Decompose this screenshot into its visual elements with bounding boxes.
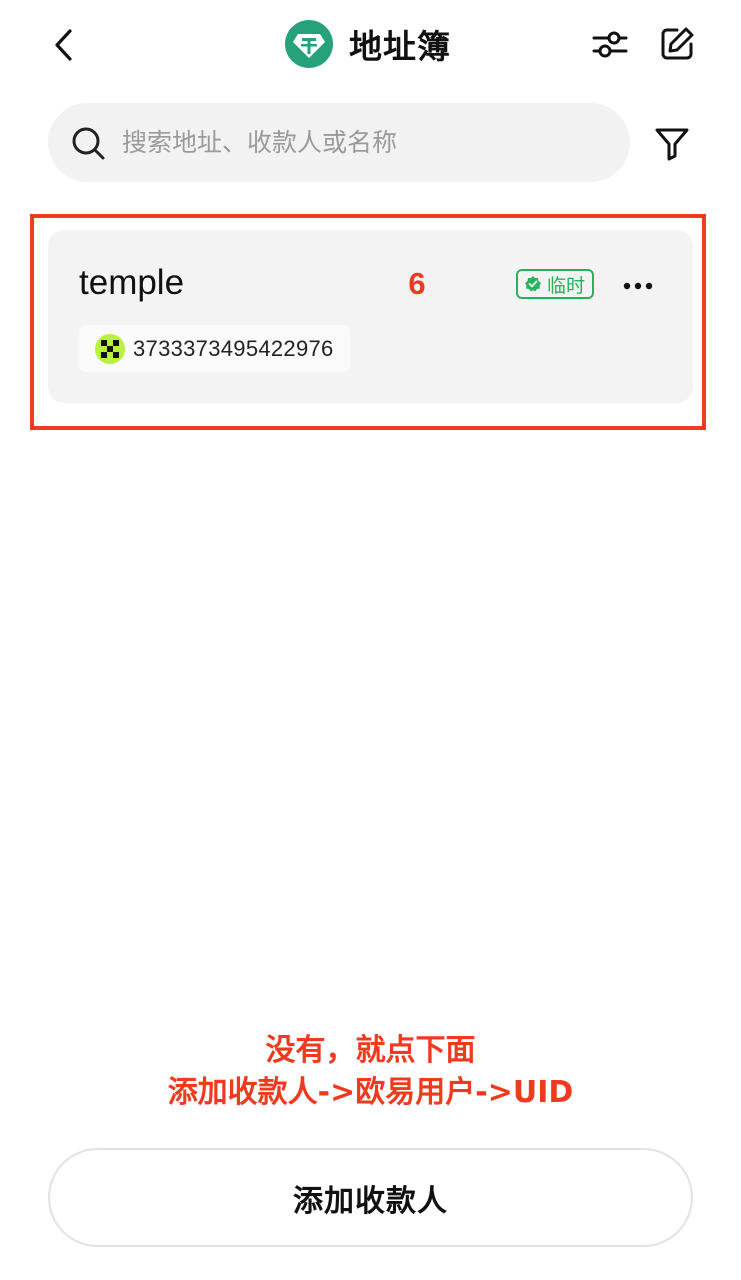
uid-value: 3733373495422976 bbox=[133, 335, 334, 361]
contact-card[interactable]: temple 临时 3733373495422976 bbox=[48, 230, 693, 403]
annotation-step-number: 6 bbox=[408, 266, 426, 301]
more-options-button[interactable] bbox=[620, 268, 656, 304]
okx-icon bbox=[95, 333, 125, 364]
search-icon bbox=[70, 125, 106, 161]
edit-icon bbox=[661, 27, 694, 60]
settings-button[interactable] bbox=[586, 20, 634, 68]
instruction-line-2: 添加收款人->欧易用户->UID bbox=[167, 1075, 574, 1110]
search-bar[interactable] bbox=[48, 103, 630, 182]
search-input[interactable] bbox=[120, 127, 594, 158]
badge-label: 临时 bbox=[547, 274, 586, 297]
filter-button[interactable] bbox=[648, 119, 696, 167]
back-button[interactable] bbox=[40, 22, 86, 68]
chevron-left-icon bbox=[55, 29, 72, 61]
sliders-icon bbox=[592, 31, 628, 58]
header-title-group: 地址簿 bbox=[285, 18, 451, 70]
annotation-instruction: 没有，就点下面 添加收款人->欧易用户->UID bbox=[0, 1030, 741, 1114]
page-title: 地址簿 bbox=[349, 27, 451, 66]
uid-chip: 3733373495422976 bbox=[79, 325, 350, 372]
more-icon bbox=[623, 282, 653, 290]
tether-usdt-icon bbox=[285, 20, 333, 68]
filter-icon bbox=[655, 128, 689, 161]
edit-button[interactable] bbox=[653, 20, 701, 68]
temporary-badge: 临时 bbox=[516, 269, 595, 299]
add-payee-button[interactable]: 添加收款人 bbox=[48, 1148, 693, 1247]
contact-name: temple bbox=[79, 263, 185, 302]
verified-check-icon bbox=[525, 276, 541, 292]
instruction-line-1: 没有，就点下面 bbox=[265, 1033, 476, 1068]
